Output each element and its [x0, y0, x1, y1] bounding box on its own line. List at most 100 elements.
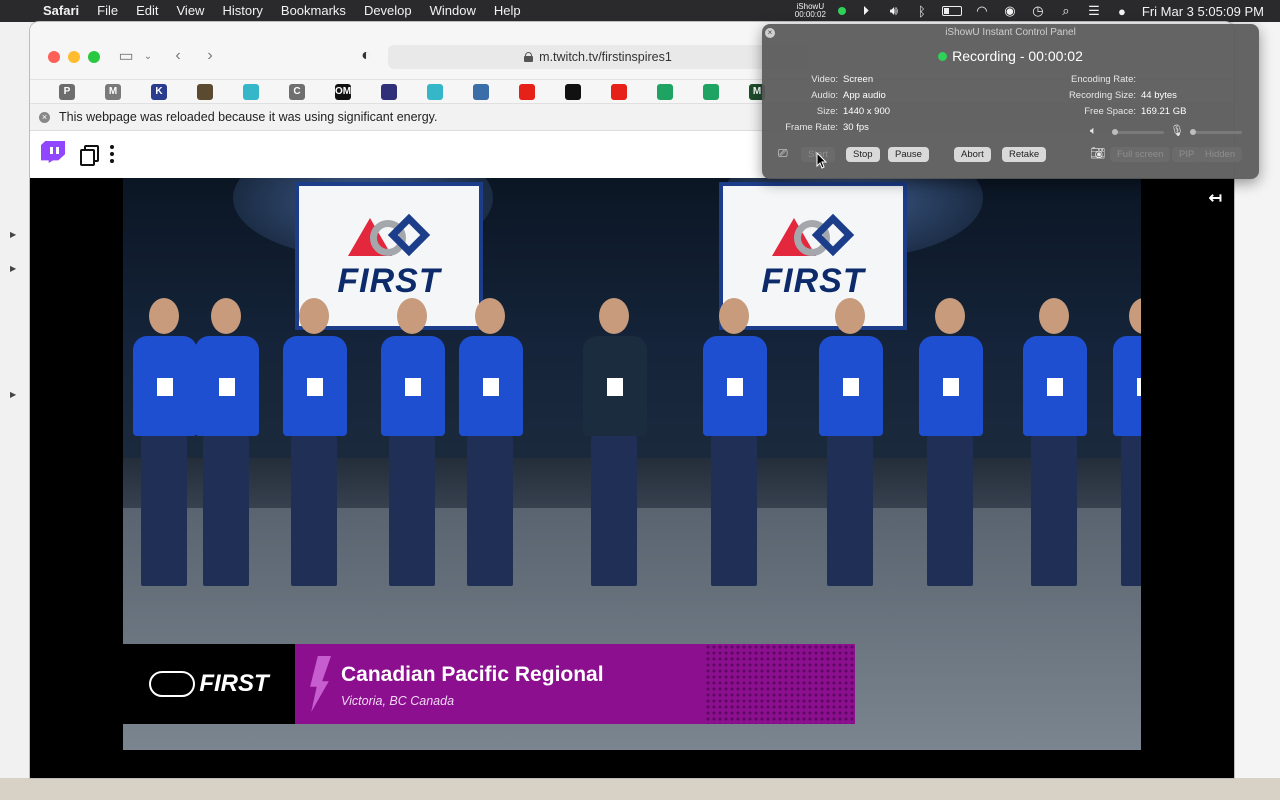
close-icon[interactable]: ×: [765, 28, 775, 38]
favicon-icon: [381, 83, 397, 100]
favorite-item[interactable]: OM: [320, 83, 366, 100]
event-title: Canadian Pacific Regional: [341, 663, 604, 686]
favorite-item[interactable]: [550, 83, 596, 100]
chevron-down-icon[interactable]: ⌄: [142, 46, 154, 66]
halftone-pattern: [705, 644, 855, 724]
menu-history[interactable]: History: [213, 0, 271, 22]
menu-file[interactable]: File: [88, 0, 127, 22]
favorite-item[interactable]: C: [274, 83, 320, 100]
snapshot-camera-icon[interactable]: 📷︎: [1090, 146, 1105, 160]
favorite-item[interactable]: [596, 83, 642, 100]
menu-window[interactable]: Window: [421, 0, 485, 22]
audio-row: Audio: App audio: [776, 90, 886, 101]
menu-help[interactable]: Help: [485, 0, 530, 22]
favorite-item[interactable]: [182, 83, 228, 100]
bluetooth-icon[interactable]: ᛒ: [914, 4, 930, 19]
collapse-chat-icon[interactable]: ↤: [1209, 188, 1222, 208]
recording-status-text: Recording - 00:00:02: [952, 48, 1083, 64]
stop-button[interactable]: Stop: [846, 147, 880, 162]
copy-icon[interactable]: [80, 145, 99, 166]
menu-safari[interactable]: Safari: [34, 0, 88, 22]
time-machine-icon[interactable]: ◷: [1030, 3, 1046, 18]
menu-view[interactable]: View: [168, 0, 214, 22]
favicon-icon: [565, 83, 581, 100]
back-button[interactable]: ‹: [170, 46, 186, 66]
ishowu-menubar-timer: 00:00:02: [794, 10, 826, 19]
menu-bookmarks[interactable]: Bookmarks: [272, 0, 355, 22]
menu-edit[interactable]: Edit: [127, 0, 167, 22]
address-bar-url: m.twitch.tv/firstinspires1: [539, 50, 672, 64]
app-volume-slider[interactable]: [1112, 129, 1164, 135]
favorite-item[interactable]: [642, 83, 688, 100]
menu-develop[interactable]: Develop: [355, 0, 421, 22]
zoom-window-button[interactable]: [88, 51, 100, 63]
favorite-item[interactable]: M: [90, 83, 136, 100]
window-controls: [48, 51, 100, 63]
abort-button[interactable]: Abort: [954, 147, 991, 162]
lower-third-logo: FIRST: [123, 644, 295, 724]
favorite-item[interactable]: [458, 83, 504, 100]
fullscreen-button[interactable]: Full screen: [1110, 147, 1171, 162]
disclosure-arrow-icon: ▶: [10, 230, 17, 239]
lower-third-wordmark: FIRST: [199, 670, 269, 697]
favorite-item[interactable]: [228, 83, 274, 100]
close-window-button[interactable]: [48, 51, 60, 63]
favorite-item[interactable]: [412, 83, 458, 100]
microphone-muted-icon: 🎙︎: [1170, 125, 1184, 137]
disclosure-arrow-icon: ▶: [10, 390, 17, 399]
pause-button[interactable]: Pause: [888, 147, 929, 162]
video-player[interactable]: ↤ FIRST FIRST FIRST Canadian Pacific Reg…: [30, 178, 1234, 778]
recsize-row: Recording Size: 44 bytes: [1056, 90, 1177, 101]
twitch-logo-icon[interactable]: [40, 140, 66, 168]
favorite-item[interactable]: [688, 83, 734, 100]
pip-button[interactable]: PIP: [1172, 147, 1202, 162]
favorite-item[interactable]: [366, 83, 412, 100]
retake-button[interactable]: Retake: [1002, 147, 1047, 162]
privacy-shield-icon[interactable]: ◐: [358, 46, 374, 66]
favorite-item[interactable]: K: [136, 83, 182, 100]
video-value: Screen: [843, 74, 874, 85]
stream-video[interactable]: FIRST FIRST FIRST Canadian Pacific Regio…: [123, 178, 1141, 750]
siri-icon[interactable]: ●: [1114, 4, 1130, 19]
favicon-icon: M: [105, 83, 121, 100]
favicon-icon: [243, 83, 259, 100]
volume-icon[interactable]: 🔊︎: [886, 3, 902, 18]
battery-icon[interactable]: [941, 6, 962, 16]
mouse-cursor-icon: [816, 152, 828, 169]
menubar-clock[interactable]: Fri Mar 3 5:05:09 PM: [1142, 4, 1264, 19]
size-label: Size:: [816, 106, 838, 117]
favorite-item[interactable]: P: [44, 83, 90, 100]
recording-dot-icon: [938, 51, 948, 61]
user-icon[interactable]: ◉: [1002, 3, 1018, 18]
favicon-icon: [197, 83, 213, 100]
more-options-icon[interactable]: [110, 145, 114, 163]
recsize-label: Recording Size:: [1068, 90, 1136, 101]
favicon-icon: [703, 83, 719, 100]
lock-icon: [524, 52, 534, 62]
video-label: Video:: [811, 74, 838, 85]
favicon-icon: K: [151, 83, 167, 100]
ishowu-menubar-status[interactable]: iShowU 00:00:02: [795, 3, 826, 19]
hidden-button[interactable]: Hidden: [1198, 147, 1243, 162]
speaker-icon: 🔈︎: [1090, 125, 1097, 137]
mic-volume-slider[interactable]: [1190, 129, 1242, 135]
lower-third-overlay: FIRST Canadian Pacific Regional Victoria…: [123, 644, 855, 724]
favorite-item[interactable]: [504, 83, 550, 100]
control-center-icon[interactable]: ☰: [1086, 3, 1102, 18]
banner-wordmark: FIRST: [761, 261, 865, 300]
spotlight-search-icon[interactable]: ⌕: [1058, 3, 1074, 18]
minimize-window-button[interactable]: [68, 51, 80, 63]
panel-title-bar[interactable]: × iShowU Instant Control Panel: [762, 24, 1259, 42]
audio-label: Audio:: [811, 90, 838, 101]
dismiss-notice-icon[interactable]: ×: [39, 111, 50, 123]
sidebar-toggle-icon[interactable]: ▭: [116, 46, 136, 66]
play-icon[interactable]: ⏵: [858, 3, 874, 18]
encoding-label: Encoding Rate:: [1071, 74, 1136, 85]
lightning-bolt-icon: [310, 656, 331, 712]
favicon-icon: [519, 83, 535, 100]
wifi-icon[interactable]: ◠: [974, 3, 990, 18]
address-bar[interactable]: m.twitch.tv/firstinspires1: [388, 45, 808, 69]
forward-button[interactable]: ›: [202, 46, 218, 66]
camera-icon[interactable]: ⎚: [778, 146, 788, 161]
audio-value: App audio: [843, 90, 886, 101]
